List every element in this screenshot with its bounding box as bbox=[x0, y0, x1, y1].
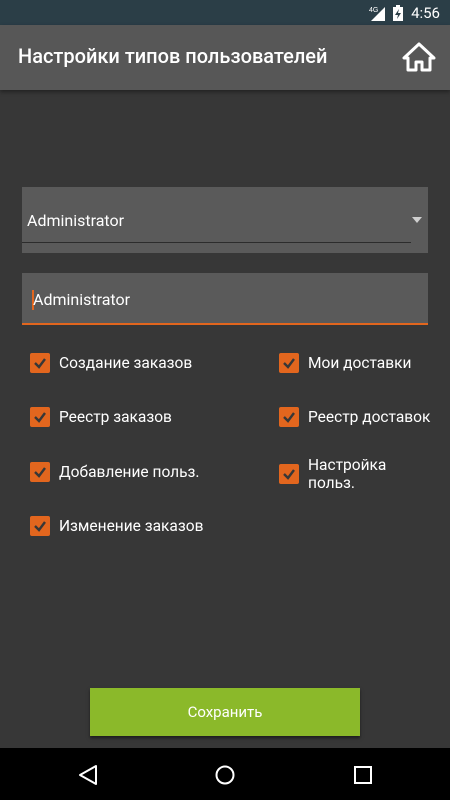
signal-icon: 4G bbox=[369, 6, 386, 21]
checkbox-orders-registry[interactable]: Реестр заказов bbox=[30, 407, 172, 427]
checkbox-checked-icon bbox=[30, 407, 50, 427]
clock: 4:56 bbox=[411, 3, 440, 22]
recent-apps-icon[interactable] bbox=[351, 763, 375, 787]
checkbox-label: Реестр заказов bbox=[59, 408, 172, 426]
checkbox-checked-icon bbox=[279, 464, 299, 484]
network-type-label: 4G bbox=[369, 7, 378, 14]
checkbox-add-users[interactable]: Добавление польз. bbox=[30, 462, 200, 482]
checkbox-label: Реестр доставок bbox=[308, 408, 431, 426]
checkbox-user-settings[interactable]: Настройка польз. bbox=[279, 456, 429, 492]
user-type-dropdown[interactable]: Administrator bbox=[22, 187, 428, 253]
home-circle-icon[interactable] bbox=[213, 763, 237, 787]
checkbox-checked-icon bbox=[30, 353, 50, 373]
checkbox-checked-icon bbox=[30, 462, 50, 482]
field-underline bbox=[22, 323, 428, 325]
checkbox-label: Изменение заказов bbox=[59, 517, 204, 535]
back-icon[interactable] bbox=[76, 763, 100, 787]
status-icons: 4G bbox=[369, 4, 404, 21]
save-button[interactable]: Сохранить bbox=[90, 688, 360, 736]
status-bar: 4G 4:56 bbox=[0, 0, 450, 25]
user-type-name-field[interactable]: Administrator bbox=[22, 273, 428, 325]
app-bar: Настройки типов пользователей bbox=[0, 25, 450, 90]
page-title: Настройки типов пользователей bbox=[18, 44, 328, 68]
navigation-bar bbox=[0, 748, 450, 800]
checkbox-label: Создание заказов bbox=[59, 354, 193, 372]
checkbox-checked-icon bbox=[279, 407, 299, 427]
checkbox-deliveries-registry[interactable]: Реестр доставок bbox=[279, 407, 430, 427]
checkbox-checked-icon bbox=[30, 516, 50, 536]
user-type-selected-value: Administrator bbox=[27, 211, 125, 230]
checkbox-label: Настройка польз. bbox=[308, 456, 387, 492]
checkbox-edit-orders[interactable]: Изменение заказов bbox=[30, 516, 203, 536]
battery-charging-icon bbox=[393, 4, 404, 21]
checkbox-label: Добавление польз. bbox=[59, 463, 200, 481]
checkbox-create-orders[interactable]: Создание заказов bbox=[30, 353, 192, 373]
checkbox-my-deliveries[interactable]: Мои доставки bbox=[279, 353, 411, 373]
user-type-name-value: Administrator bbox=[33, 290, 131, 309]
checkbox-label: Мои доставки bbox=[308, 354, 412, 372]
home-icon[interactable] bbox=[402, 42, 436, 72]
checkbox-checked-icon bbox=[279, 353, 299, 373]
dropdown-arrow-icon bbox=[412, 217, 422, 223]
dropdown-underline bbox=[22, 242, 411, 243]
